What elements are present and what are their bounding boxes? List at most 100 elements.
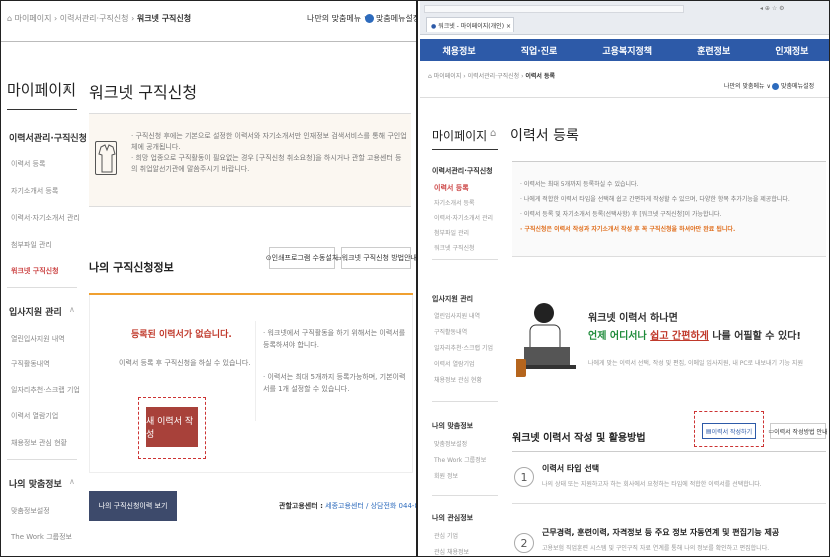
sidebar-item-active[interactable]: 이력서 등록: [434, 183, 469, 193]
my-apply-history-button[interactable]: 나의 구직신청이력 보기: [89, 491, 177, 521]
home-icon[interactable]: ⌂: [490, 128, 496, 139]
breadcrumb: ⌂ 마이페이지 › 이력서관리·구직신청 › 워크넷 구직신청: [7, 14, 192, 23]
notice-line: · 이력서는 최대 5개까지 등록하실 수 있습니다.: [520, 181, 639, 188]
notice-line: · 나에게 적합한 이력서 타입을 선택해 쉽고 간편하게 작성할 수 있으며,…: [520, 196, 790, 203]
nav-item[interactable]: 고용복지정책: [602, 44, 652, 57]
jurisdiction-center: 관할고용센터 : 세종고용센터 / 상담전화 044-865-3219: [279, 501, 416, 511]
nav-item[interactable]: 훈련정보: [697, 44, 730, 57]
step-number: 2: [514, 533, 534, 553]
person-illustration: [514, 301, 576, 387]
sidebar-item[interactable]: 첨부파일 관리: [11, 240, 52, 250]
apply-guide-button[interactable]: ▭ 워크넷 구직신청 방법안내: [335, 247, 416, 269]
breadcrumb-current: 워크넷 구직신청: [136, 14, 192, 23]
sidebar-item[interactable]: 맞춤정보설정: [434, 439, 467, 448]
section-title: 워크넷 이력서 작성 및 활용방법: [512, 433, 646, 444]
notice-line: · 이력서 등록 및 자기소개서 등록(선택사항) 후 [워크넷 구직신청]이 …: [520, 211, 722, 218]
chevron-up-icon[interactable]: ∧: [69, 131, 75, 140]
page-title: 이력서 등록: [510, 128, 579, 144]
new-resume-button[interactable]: 새 이력서 작성: [146, 407, 198, 447]
menu-settings-link[interactable]: 맞춤메뉴설정: [365, 13, 416, 24]
breadcrumb-item[interactable]: 마이페이지: [434, 73, 462, 80]
top-nav: 채용정보 직업·진로 고용복지정책 훈련정보 인재정보: [420, 39, 829, 61]
breadcrumb-item[interactable]: 마이페이지: [15, 14, 52, 23]
sidebar-item[interactable]: 일자리추천·스크랩 기업: [434, 343, 493, 352]
breadcrumb-item[interactable]: 이력서관리·구직신청: [468, 73, 520, 80]
sidebar-group-heading[interactable]: 이력서관리·구직신청: [432, 166, 493, 176]
note-line: · 이력서는 최대 5개까지 등록가능하며, 기본이력서를 1개 설정할 수 있…: [263, 373, 406, 393]
home-icon[interactable]: ⌂: [428, 73, 432, 80]
sidebar-item[interactable]: 자기소개서 등록: [11, 186, 58, 196]
breadcrumb-item[interactable]: 이력서관리·구직신청: [60, 14, 129, 23]
sidebar-item-active[interactable]: 워크넷 구직신청: [11, 266, 59, 276]
settings-icon: [365, 14, 374, 23]
sidebar-item[interactable]: 채용정보 관심 현황: [434, 375, 482, 384]
nav-item[interactable]: 직업·진로: [521, 44, 558, 57]
sidebar-group-heading[interactable]: 입사지원 관리: [432, 294, 473, 304]
sidebar-item[interactable]: 자기소개서 등록: [434, 198, 475, 207]
sidebar-item[interactable]: 구직활동내역: [11, 359, 50, 369]
sidebar-item[interactable]: 구직활동내역: [434, 327, 467, 336]
sidebar-item[interactable]: 열린입사지원 내역: [11, 334, 65, 344]
right-panel: ◂ ⊕ ☆ ⚙ ● 워크넷 - 마이페이지(개인) × 채용정보 직업·진로 고…: [420, 1, 829, 556]
sidebar-item[interactable]: 이력서 열람기업: [434, 359, 475, 368]
promo-line-2: 언제 어디서나 쉽고 간편하게 나를 어필할 수 있다!: [588, 331, 801, 342]
sidebar-item[interactable]: 이력서·자기소개서 관리: [434, 213, 493, 222]
address-bar[interactable]: [424, 5, 684, 13]
sidebar-group-heading[interactable]: 이력서관리·구직신청: [9, 131, 87, 144]
shirt-icon: [95, 141, 117, 175]
sidebar-item[interactable]: 맞춤정보설정: [11, 506, 50, 516]
resume-guide-button[interactable]: ▭ 이력서 작성방법 안내: [768, 423, 828, 439]
browser-tabbar: ◂ ⊕ ☆ ⚙ ● 워크넷 - 마이페이지(개인) ×: [420, 1, 829, 35]
screenshot-composite: ⌂ 마이페이지 › 이력서관리·구직신청 › 워크넷 구직신청 나만의 맞춤메뉴…: [0, 0, 830, 557]
my-menu-link[interactable]: 나만의 맞춤메뉴 ∨: [307, 13, 369, 24]
step-desc: 나의 상태 또는 지원하고자 하는 회사에서 요청하는 타입에 적합한 이력서를…: [542, 481, 762, 488]
promo-desc: 나에게 맞는 이력서 선택, 작성 및 편집, 이메일 입사지원, 내 PC로 …: [588, 360, 803, 367]
breadcrumb: ⌂ 마이페이지 › 이력서관리·구직신청 › 이력서 등록: [428, 73, 556, 80]
note-line: · 워크넷에서 구직활동을 하기 위해서는 이력서를 등록하셔야 합니다.: [263, 329, 406, 349]
step-number: 1: [514, 467, 534, 487]
sidebar-item[interactable]: The Work 그룹정보: [11, 532, 72, 542]
left-panel: ⌂ 마이페이지 › 이력서관리·구직신청 › 워크넷 구직신청 나만의 맞춤메뉴…: [1, 1, 418, 556]
install-print-program-button[interactable]: ⊙ 인쇄프로그램 수동설치: [266, 247, 338, 269]
browser-tab[interactable]: ● 워크넷 - 마이페이지(개인) ×: [426, 17, 514, 32]
browser-controls[interactable]: ◂ ⊕ ☆ ⚙: [760, 5, 785, 12]
nav-item[interactable]: 인재정보: [775, 44, 808, 57]
empty-resume-title: 등록된 이력서가 없습니다.: [131, 330, 232, 340]
sidebar-group-heading[interactable]: 나의 맞춤정보: [432, 421, 473, 431]
write-resume-button[interactable]: ▤ 이력서 작성하기: [702, 423, 756, 439]
promo-line-1: 워크넷 이력서 하나면: [588, 313, 678, 324]
info-line: · 희망 업종으로 구직활동이 필요없는 경우 [구직신청 취소요청]을 하시거…: [131, 154, 402, 173]
sidebar-title: 마이페이지: [432, 129, 488, 143]
home-icon[interactable]: ⌂: [64, 81, 71, 94]
chevron-up-icon[interactable]: ∧: [69, 305, 75, 314]
sidebar-item[interactable]: 열린입사지원 내역: [434, 311, 480, 320]
sidebar-item[interactable]: 첨부파일 관리: [434, 228, 469, 237]
sidebar-item[interactable]: The Work 그룹정보: [434, 455, 486, 464]
sidebar-item[interactable]: 회원 정보: [434, 471, 458, 480]
menu-settings-link[interactable]: 맞춤메뉴설정: [772, 81, 814, 90]
sidebar-group-heading[interactable]: 나의 맞춤정보: [9, 477, 62, 490]
breadcrumb-current: 이력서 등록: [525, 73, 556, 80]
sidebar-item[interactable]: 이력서 등록: [11, 159, 45, 169]
step-title: 근무경력, 훈련이력, 자격정보 등 주요 정보 자동연계 및 편집기능 제공: [542, 528, 780, 537]
chevron-up-icon[interactable]: ∧: [69, 477, 75, 486]
sidebar-item[interactable]: 일자리추천·스크랩 기업: [11, 385, 80, 395]
info-line: · 구직신청 후에는 기본으로 설정한 이력서와 자기소개서만 인재정보 검색서…: [131, 132, 407, 151]
sidebar-item[interactable]: 워크넷 구직신청: [434, 243, 475, 252]
sidebar-item[interactable]: 관심 기업: [434, 531, 458, 540]
step-title: 이력서 타입 선택: [542, 464, 600, 473]
settings-icon: [772, 83, 779, 90]
sidebar-item[interactable]: 채용정보 관심 현황: [11, 438, 67, 448]
my-menu-link[interactable]: 나만의 맞춤메뉴 ∨: [724, 81, 771, 90]
sidebar-group-heading[interactable]: 나의 관심정보: [432, 513, 473, 523]
center-phone-link[interactable]: 세종고용센터 / 상담전화 044-865-3219: [325, 502, 416, 510]
sidebar-item[interactable]: 이력서·자기소개서 관리: [11, 213, 80, 223]
section-title: 나의 구직신청정보: [89, 261, 174, 274]
sidebar-group-heading[interactable]: 입사지원 관리: [9, 305, 62, 318]
sidebar-item[interactable]: 관심 채용정보: [434, 547, 469, 556]
notice-line-important: · 구직신청은 이력서 작성과 자기소개서 작성 후 꼭 구직신청을 하셔야만 …: [520, 226, 736, 233]
sidebar-item[interactable]: 이력서 열람기업: [11, 411, 58, 421]
nav-item[interactable]: 채용정보: [443, 44, 476, 57]
empty-resume-desc: 이력서 등록 후 구직신청을 하실 수 있습니다.: [119, 359, 251, 367]
home-icon[interactable]: ⌂: [7, 14, 12, 23]
